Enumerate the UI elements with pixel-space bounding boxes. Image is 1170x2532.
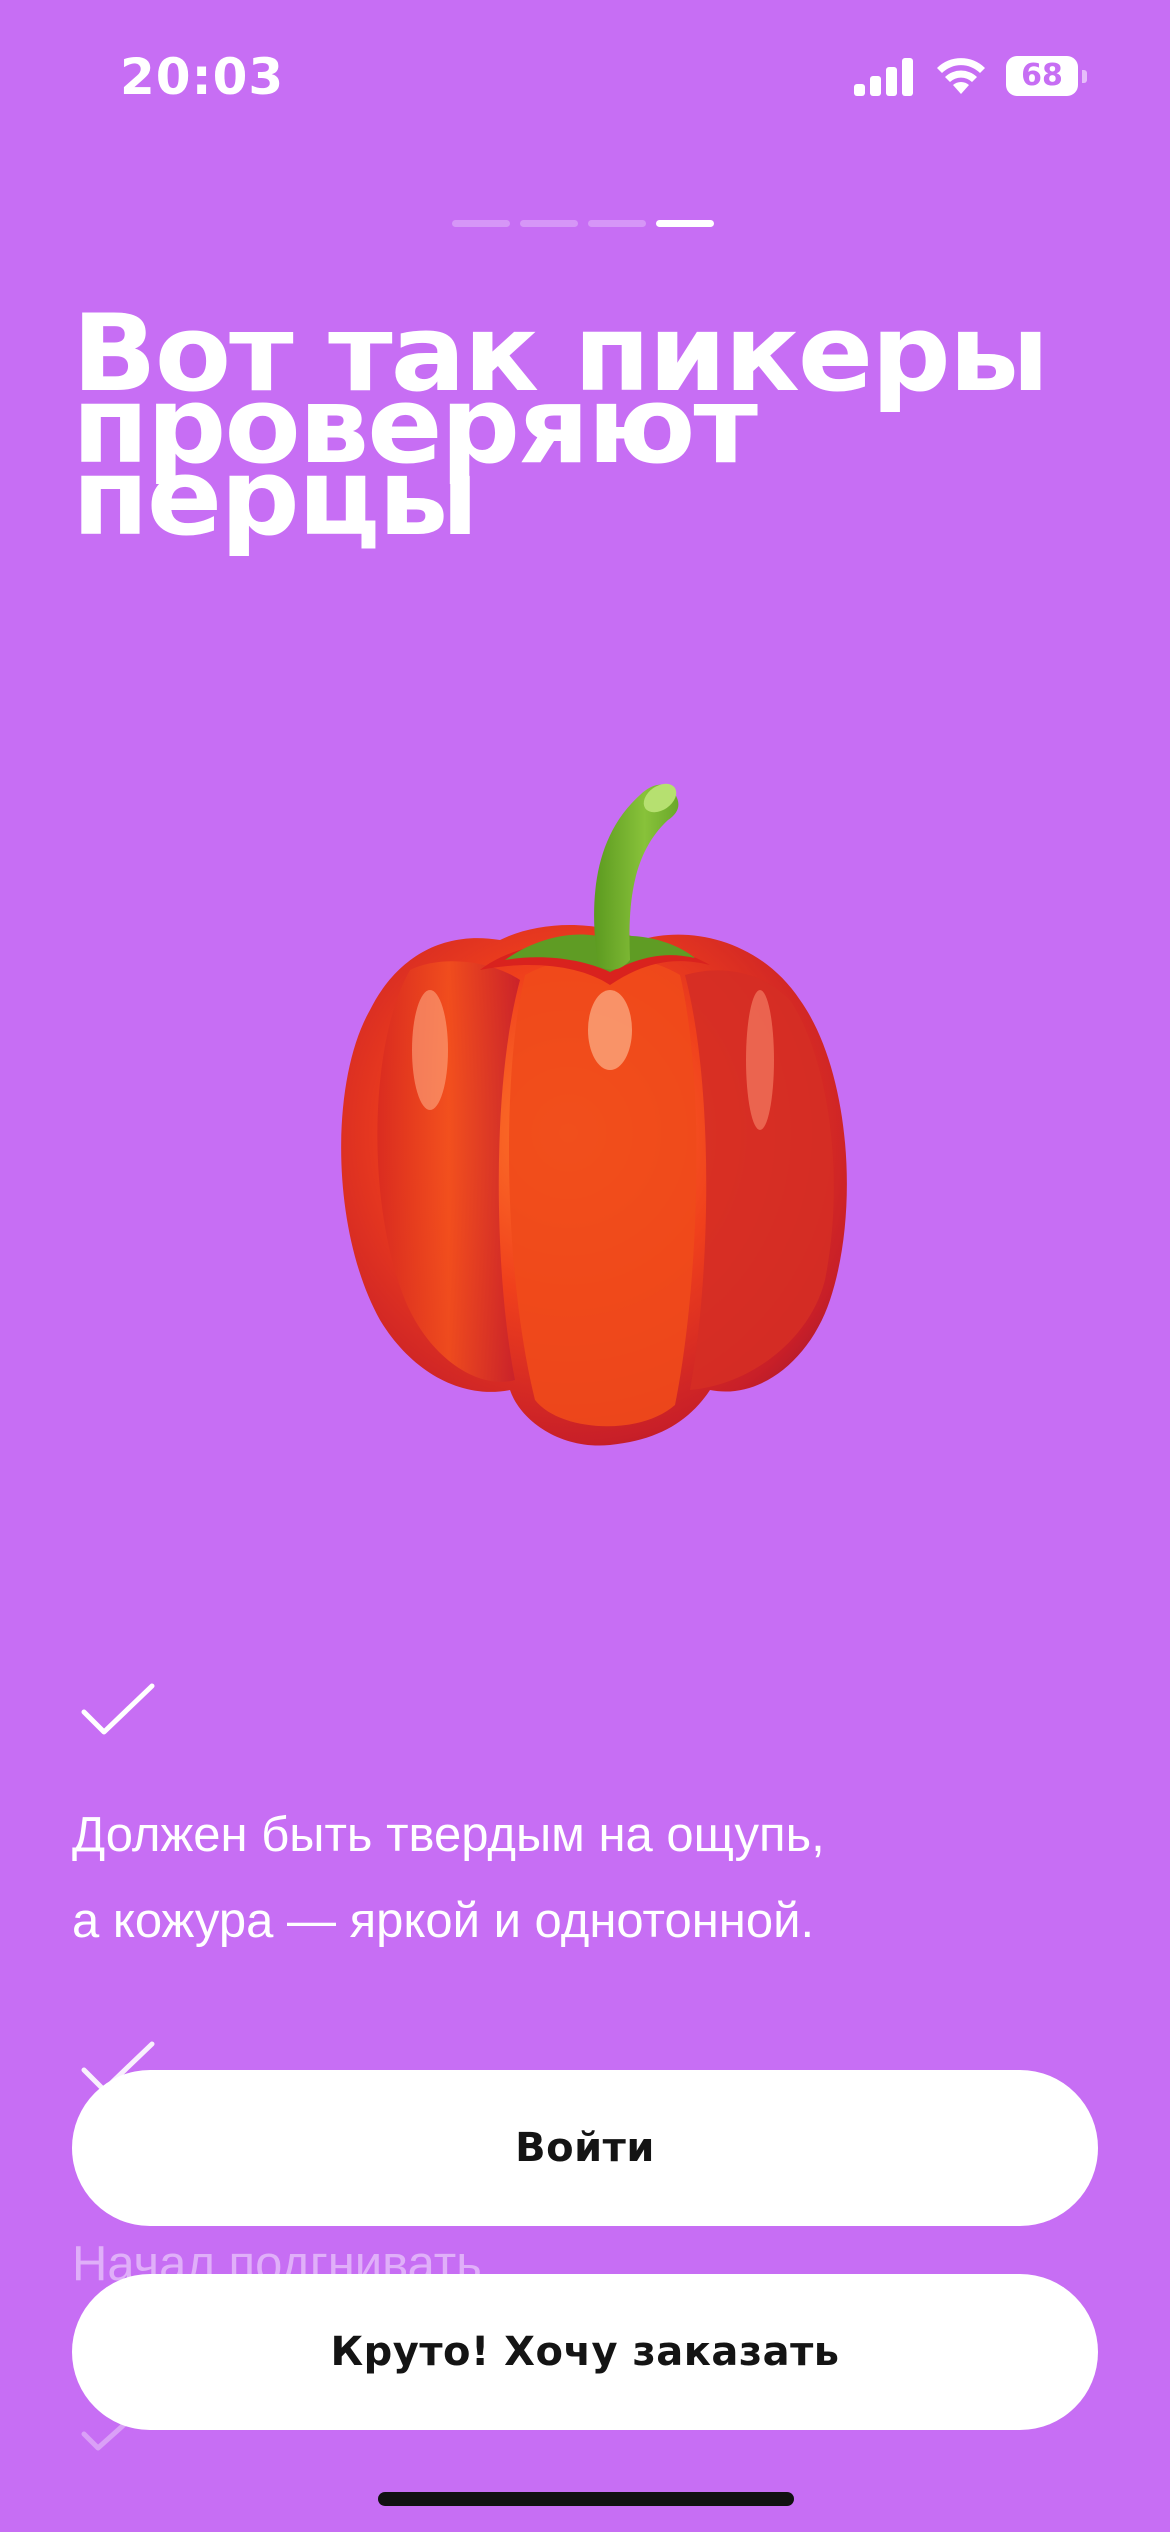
pepper-illustration (341, 783, 847, 1446)
wifi-icon (937, 58, 985, 94)
page-dot-3 (588, 220, 646, 227)
description-line-2: а кожура — яркой и однотонной. (72, 1894, 815, 1948)
home-indicator[interactable] (378, 2492, 794, 2506)
login-button[interactable]: Войти (72, 2070, 1098, 2226)
order-button[interactable]: Круто! Хочу заказать (72, 2274, 1098, 2430)
description-text: Должен быть твердым на ощупь, а кожура —… (72, 1792, 1112, 1964)
page-title: Вот так пикеры проверяют перцы (72, 301, 1112, 551)
status-bar: 20:03 68 (0, 0, 1170, 150)
battery-level: 68 (1021, 58, 1063, 93)
title-line-3: перцы (72, 436, 479, 559)
checkmark-icon (81, 1683, 155, 1735)
page-dot-1 (452, 220, 510, 227)
status-time: 20:03 (120, 48, 285, 106)
page-dot-2 (520, 220, 578, 227)
signal-icon (854, 58, 913, 96)
page-indicator (452, 220, 714, 227)
battery-icon: 68 (1006, 56, 1087, 98)
description-line-1: Должен быть твердым на ощупь, (72, 1808, 825, 1862)
page-dot-4-active (656, 220, 714, 227)
onboarding-screen: 20:03 68 Вот так пикеры проверяют перцы … (0, 0, 1170, 2532)
